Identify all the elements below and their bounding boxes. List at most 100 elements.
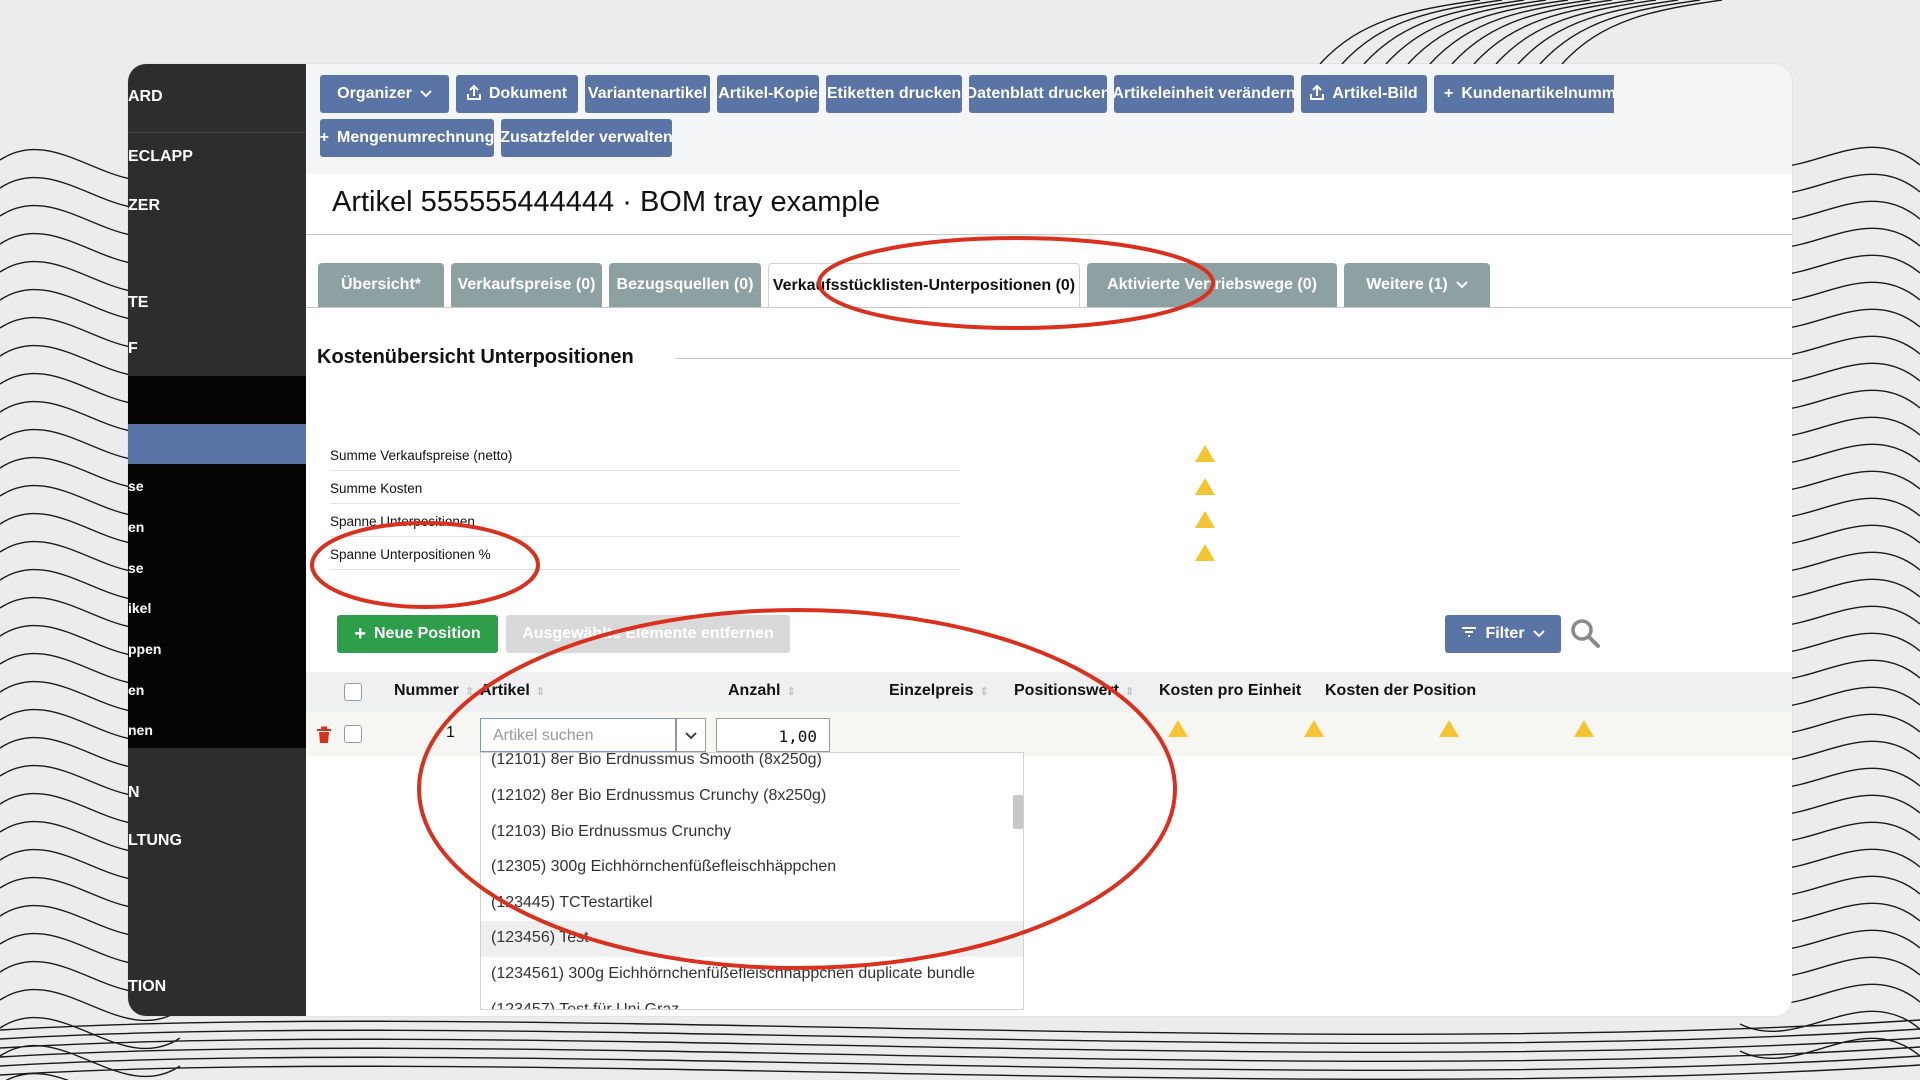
cost-row-spanne: Spanne Unterpositionen — [330, 504, 990, 537]
article-search-input[interactable]: Artikel suchen — [480, 718, 676, 752]
dokument-button[interactable]: Dokument — [456, 75, 578, 113]
sort-icon: ⇕ — [464, 686, 475, 698]
kundenartikelnummer-button[interactable]: + Kundenartikelnummer — [1434, 75, 1614, 113]
new-position-button[interactable]: + Neue Position — [337, 615, 498, 653]
organizer-button[interactable]: Organizer — [320, 75, 449, 113]
filter-label: Filter — [1485, 625, 1525, 642]
column-label: Anzahl — [728, 682, 781, 699]
column-einzelpreis[interactable]: Einzelpreis ⇕ — [889, 682, 989, 700]
column-label: Einzelpreis — [889, 682, 974, 699]
chevron-down-icon — [1532, 625, 1545, 643]
dropdown-option[interactable]: (12305) 300g Eichhörnchenfüßefleischhäpp… — [481, 850, 1023, 886]
sort-icon: ⇕ — [979, 686, 989, 698]
dropdown-option[interactable]: (123457) Test für Uni Graz — [481, 993, 1023, 1009]
quantity-input[interactable]: 1,00 — [716, 718, 830, 752]
cost-row-label: Spanne Unterpositionen % — [330, 547, 491, 562]
tab-weitere[interactable]: Weitere (1) — [1344, 263, 1490, 307]
artikeleinheit-veraendern-button[interactable]: Artikeleinheit verändern — [1114, 75, 1294, 113]
column-label: Nummer — [394, 682, 459, 699]
sort-icon: ⇕ — [1124, 686, 1135, 698]
trash-icon[interactable] — [316, 726, 332, 744]
filter-icon — [1461, 625, 1477, 643]
column-anzahl[interactable]: Anzahl ⇕ — [728, 682, 796, 700]
tab-bezugsquellen[interactable]: Bezugsquellen (0) — [609, 263, 761, 307]
sidebar-item-weclapp[interactable]: ECLAPP — [128, 148, 193, 166]
artikel-kopie-button[interactable]: Artikel-Kopie — [717, 75, 819, 113]
sidebar-item-active[interactable] — [128, 424, 306, 464]
datenblatt-drucken-button[interactable]: Datenblatt drucken — [969, 75, 1107, 113]
cost-row-summe-verkaufspreise: Summe Verkaufspreise (netto) — [330, 438, 990, 471]
warning-icon — [1195, 445, 1215, 462]
article-dropdown-toggle[interactable] — [676, 718, 706, 752]
app-window: ARD ECLAPP ZER TE F se en se ikel ppen e… — [128, 64, 1792, 1016]
variantenartikel-button[interactable]: Variantenartikel — [585, 75, 710, 113]
dropdown-option[interactable]: (12103) Bio Erdnussmus Crunchy — [481, 815, 1023, 851]
plus-icon: + — [320, 129, 329, 146]
sidebar-item-te[interactable]: TE — [128, 294, 148, 312]
mengenumrechnung-button[interactable]: + Mengenumrechnung — [320, 119, 494, 157]
sidebar-item-f[interactable]: F — [128, 340, 138, 358]
row-checkbox[interactable] — [344, 725, 362, 743]
warning-icon — [1168, 720, 1188, 737]
sidebar-subitem-se-2[interactable]: se — [128, 560, 144, 576]
tab-aktivierte-vertriebswege[interactable]: Aktivierte Vertriebswege (0) — [1087, 263, 1337, 307]
sort-icon: ⇕ — [535, 686, 546, 698]
column-artikel[interactable]: Artikel ⇕ — [480, 682, 545, 700]
chevron-down-icon — [685, 732, 697, 740]
column-label: Artikel — [480, 682, 530, 699]
dropdown-option[interactable]: (12101) 8er Bio Erdnussmus Smooth (8x250… — [481, 753, 1023, 779]
search-icon[interactable] — [1568, 616, 1602, 650]
warning-icon — [1574, 720, 1594, 737]
warning-icon — [1304, 720, 1324, 737]
cost-row-label: Summe Kosten — [330, 481, 423, 496]
column-positionswert[interactable]: Positionswert ⇕ — [1014, 682, 1134, 700]
filter-button[interactable]: Filter — [1445, 615, 1561, 653]
tab-weitere-label: Weitere (1) — [1366, 276, 1448, 293]
upload-icon — [1310, 84, 1325, 105]
sidebar-subitem-en[interactable]: en — [128, 519, 144, 535]
chevron-down-icon — [420, 85, 432, 103]
sidebar-item-n[interactable]: N — [128, 784, 140, 802]
sidebar-subitem-nen[interactable]: nen — [128, 722, 153, 738]
remove-selected-button[interactable]: Ausgewählte Elemente entfernen — [506, 615, 790, 653]
sidebar-item-verwaltung[interactable]: LTUNG — [128, 832, 182, 850]
sidebar-item-dashboard[interactable]: ARD — [128, 88, 163, 106]
dropdown-scrollbar[interactable] — [1013, 795, 1023, 829]
column-kosten-der-position[interactable]: Kosten der Position — [1325, 682, 1477, 700]
title-divider — [306, 234, 1792, 235]
tabs-divider — [306, 307, 1792, 308]
page-title: Artikel 555555444444 · BOM tray example — [332, 186, 881, 218]
column-label: Positionswert — [1014, 682, 1119, 699]
tab-uebersicht[interactable]: Übersicht* — [318, 263, 444, 307]
sort-icon: ⇕ — [786, 686, 796, 698]
toolbar: Organizer Dokument Variantenartikel Arti… — [306, 64, 1792, 174]
artikel-bild-button[interactable]: Artikel-Bild — [1301, 75, 1427, 113]
chevron-down-icon — [1456, 276, 1468, 294]
warning-icon — [1195, 544, 1215, 561]
column-kosten-pro-einheit[interactable]: Kosten pro Einheit — [1159, 682, 1301, 700]
dropdown-option-highlighted[interactable]: (123456) Test — [481, 921, 1023, 957]
sidebar-subitem-en-2[interactable]: en — [128, 682, 144, 698]
sidebar-subitem-se[interactable]: se — [128, 478, 144, 494]
dropdown-option[interactable]: (12102) 8er Bio Erdnussmus Crunchy (8x25… — [481, 779, 1023, 815]
etiketten-drucken-button[interactable]: Etiketten drucken — [826, 75, 962, 113]
sidebar-item-tion[interactable]: TION — [128, 978, 166, 996]
tab-verkaufspreise[interactable]: Verkaufspreise (0) — [451, 263, 602, 307]
section-title: Kostenübersicht Unterpositionen — [317, 346, 634, 368]
sidebar-subitem-artikel[interactable]: ikel — [128, 600, 151, 616]
mengenumrechnung-label: Mengenumrechnung — [337, 129, 494, 146]
sidebar-subitem-gruppen[interactable]: ppen — [128, 641, 161, 657]
select-all-checkbox[interactable] — [344, 683, 362, 701]
column-nummer[interactable]: Nummer ⇕ — [394, 682, 474, 700]
dropdown-option[interactable]: (1234561) 300g Eichhörnchenfüßefleischhä… — [481, 957, 1023, 993]
dropdown-option[interactable]: (123445) TCTestartikel — [481, 886, 1023, 922]
plus-icon: + — [354, 622, 366, 645]
sidebar: ARD ECLAPP ZER TE F se en se ikel ppen e… — [128, 64, 306, 1016]
cost-row-label: Summe Verkaufspreise (netto) — [330, 448, 513, 463]
main-content: Organizer Dokument Variantenartikel Arti… — [306, 64, 1792, 1016]
zusatzfelder-verwalten-button[interactable]: Zusatzfelder verwalten — [501, 119, 672, 157]
sidebar-item-organizer[interactable]: ZER — [128, 197, 160, 215]
organizer-label: Organizer — [337, 85, 412, 102]
section-divider — [675, 358, 1792, 359]
tab-verkaufsstuecklisten-unterpositionen[interactable]: Verkaufsstücklisten-Unterpositionen (0) — [768, 263, 1080, 307]
